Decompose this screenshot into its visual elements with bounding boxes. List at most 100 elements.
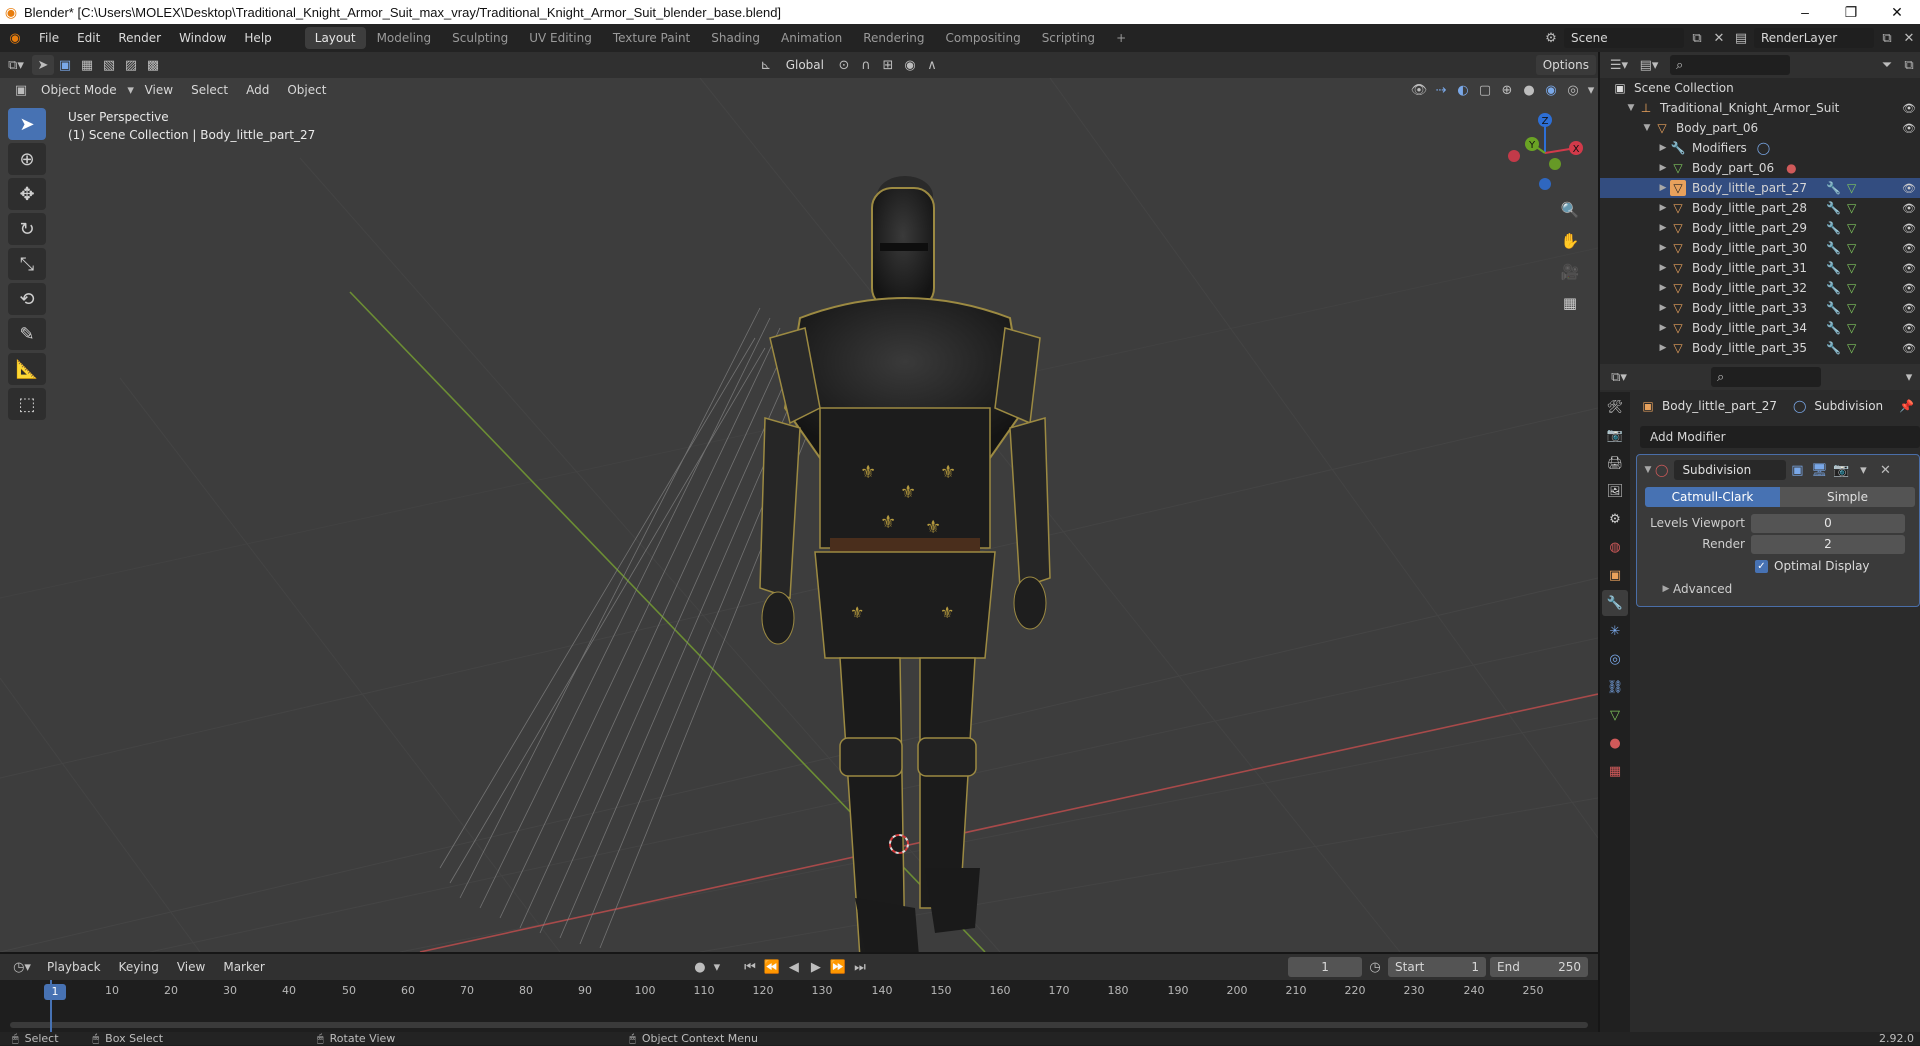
delete-scene-icon[interactable]: ✕ — [1708, 28, 1730, 48]
simple-button[interactable]: Simple — [1780, 487, 1915, 507]
pivot-point-icon[interactable]: ⊙ — [833, 55, 855, 75]
renderlayer-field[interactable]: RenderLayer — [1754, 28, 1874, 48]
cursor-tool-icon[interactable]: ⊕ — [8, 143, 46, 175]
snap-target-icon[interactable]: ⊞ — [877, 55, 899, 75]
outliner-row-parent[interactable]: ▼ ▽ Body_part_06 👁 — [1600, 118, 1920, 138]
playhead-frame-label[interactable]: 1 — [44, 984, 66, 1000]
gizmo-toggle-icon[interactable]: ⇢ — [1430, 80, 1452, 100]
tab-shading[interactable]: Shading — [701, 27, 770, 49]
outliner-row-mesh-data[interactable]: ▶ ▽ Body_part_06 ● — [1600, 158, 1920, 178]
remove-modifier-icon[interactable]: ✕ — [1874, 460, 1896, 480]
next-keyframe-icon[interactable]: ⏩ — [827, 957, 849, 977]
blender-menu-icon[interactable]: ◉ — [0, 28, 30, 48]
visibility-eye-icon[interactable]: 👁 — [1902, 222, 1916, 235]
snap-icon[interactable]: ∩ — [855, 55, 877, 75]
select-invert-icon[interactable]: ▨ — [120, 55, 142, 75]
chevron-down-icon[interactable]: ▾ — [1898, 367, 1920, 387]
expand-triangle-icon[interactable]: ▶ — [1656, 143, 1670, 153]
outliner-editor-type-icon[interactable]: ☰▾ — [1604, 55, 1634, 75]
tab-uv-editing[interactable]: UV Editing — [519, 27, 602, 49]
preview-range-icon[interactable]: ◷ — [1364, 957, 1386, 977]
pin-icon[interactable]: 📌 — [1899, 399, 1914, 413]
tab-rendering[interactable]: Rendering — [853, 27, 934, 49]
tab-animation[interactable]: Animation — [771, 27, 852, 49]
render-tab-icon[interactable]: 📷 — [1602, 422, 1628, 448]
menu-view[interactable]: View — [138, 80, 180, 100]
visibility-eye-icon[interactable]: 👁 — [1902, 122, 1916, 135]
outliner-row-child[interactable]: ▶ ▽ Body_little_part_34 🔧 ▽ 👁 — [1600, 318, 1920, 338]
menu-render[interactable]: Render — [109, 24, 170, 52]
wireframe-shading-icon[interactable]: ⊕ — [1496, 80, 1518, 100]
modifier-tab-icon[interactable]: 🔧 — [1602, 590, 1628, 616]
camera-view-icon[interactable]: 🎥 — [1556, 258, 1584, 286]
select-intersect-icon[interactable]: ▩ — [142, 55, 164, 75]
mode-dropdown[interactable]: Object Mode — [34, 80, 124, 100]
outliner-row-child[interactable]: ▶ ▽ Body_little_part_30 🔧 ▽ 👁 — [1600, 238, 1920, 258]
pan-hand-icon[interactable]: ✋ — [1556, 227, 1584, 255]
outliner-row-modifiers[interactable]: ▶ 🔧 Modifiers ◯ — [1600, 138, 1920, 158]
measure-tool-icon[interactable]: 📐 — [8, 353, 46, 385]
transform-orientation-dropdown[interactable]: Global — [779, 55, 831, 75]
display-mode-icon[interactable]: ▤▾ — [1634, 55, 1664, 75]
menu-edit[interactable]: Edit — [68, 24, 109, 52]
visibility-eye-icon[interactable]: 👁 — [1902, 342, 1916, 355]
menu-file[interactable]: File — [30, 24, 68, 52]
visibility-eye-icon[interactable]: 👁 — [1902, 242, 1916, 255]
scene-tab-icon[interactable]: ⚙ — [1602, 506, 1628, 532]
expand-triangle-icon[interactable]: ▶ — [1656, 283, 1670, 293]
scale-tool-icon[interactable]: ⤡ — [8, 248, 46, 280]
add-cube-tool-icon[interactable]: ⬚ — [8, 388, 46, 420]
axis-gizmo-icon[interactable]: Z X Y — [1500, 108, 1590, 198]
delete-renderlayer-icon[interactable]: ✕ — [1898, 28, 1920, 48]
expand-triangle-icon[interactable]: ▶ — [1656, 163, 1670, 173]
outliner-row-child[interactable]: ▶ ▽ Body_little_part_28 🔧 ▽ 👁 — [1600, 198, 1920, 218]
outliner-row-child[interactable]: ▶ ▽ Body_little_part_27 🔧 ▽ 👁 — [1600, 178, 1920, 198]
filter-icon[interactable]: ⏷ — [1876, 55, 1898, 75]
tab-scripting[interactable]: Scripting — [1032, 27, 1105, 49]
xray-icon[interactable]: ▢ — [1474, 80, 1496, 100]
expand-triangle-icon[interactable]: ▼ — [1624, 103, 1638, 113]
tab-sculpting[interactable]: Sculpting — [442, 27, 518, 49]
particles-tab-icon[interactable]: ✳ — [1602, 618, 1628, 644]
play-reverse-icon[interactable]: ◀ — [783, 957, 805, 977]
prev-keyframe-icon[interactable]: ⏪ — [761, 957, 783, 977]
start-frame-field[interactable]: Start 1 — [1388, 957, 1487, 977]
modifier-menu-icon[interactable]: ▾ — [1852, 460, 1874, 480]
annotate-tool-icon[interactable]: ✎ — [8, 318, 46, 350]
modifier-name-field[interactable]: Subdivision — [1674, 460, 1787, 480]
advanced-section[interactable]: ▶ Advanced — [1641, 577, 1915, 601]
expand-triangle-icon[interactable]: ▶ — [1656, 203, 1670, 213]
expand-triangle-icon[interactable]: ▶ — [1659, 584, 1673, 594]
solid-shading-icon[interactable]: ● — [1518, 80, 1540, 100]
outliner-row-scene-collection[interactable]: ▣ Scene Collection — [1600, 78, 1920, 98]
select-new-icon[interactable]: ▣ — [54, 55, 76, 75]
zoom-icon[interactable]: 🔍 — [1556, 196, 1584, 224]
current-frame-field[interactable]: 1 — [1288, 957, 1363, 977]
close-button[interactable]: ✕ — [1874, 4, 1920, 21]
render-levels-field[interactable]: 2 — [1751, 534, 1905, 554]
3d-viewport[interactable]: ⚜ ⚜ ⚜ ⚜ ⚜ ⚜ ⚜ — [0, 78, 1598, 952]
play-icon[interactable]: ▶ — [805, 957, 827, 977]
optimal-display-row[interactable]: ✓ Optimal Display — [1755, 555, 1915, 577]
playback-menu[interactable]: Playback — [40, 957, 108, 977]
add-workspace-button[interactable]: + — [1106, 27, 1136, 49]
outliner-row-child[interactable]: ▶ ▽ Body_little_part_29 🔧 ▽ 👁 — [1600, 218, 1920, 238]
object-tab-icon[interactable]: ▣ — [1602, 562, 1628, 588]
menu-select[interactable]: Select — [184, 80, 235, 100]
select-box-tool-icon[interactable]: ➤ — [8, 108, 46, 140]
tab-layout[interactable]: Layout — [304, 27, 366, 49]
minimize-button[interactable]: – — [1782, 4, 1828, 20]
material-shading-icon[interactable]: ◉ — [1540, 80, 1562, 100]
world-tab-icon[interactable]: ◍ — [1602, 534, 1628, 560]
expand-triangle-icon[interactable]: ▶ — [1656, 243, 1670, 253]
outliner-row-child[interactable]: ▶ ▽ Body_little_part_32 🔧 ▽ 👁 — [1600, 278, 1920, 298]
tab-modeling[interactable]: Modeling — [367, 27, 442, 49]
move-tool-icon[interactable]: ✥ — [8, 178, 46, 210]
auto-keying-icon[interactable]: ● — [689, 957, 711, 977]
properties-editor-type-icon[interactable]: ⧉▾ — [1604, 367, 1634, 387]
ortho-grid-icon[interactable]: ▦ — [1556, 289, 1584, 317]
keying-menu[interactable]: Keying — [112, 957, 166, 977]
material-tab-icon[interactable]: ● — [1602, 730, 1628, 756]
catmull-clark-button[interactable]: Catmull-Clark — [1645, 487, 1780, 507]
outliner-row-child[interactable]: ▶ ▽ Body_little_part_31 🔧 ▽ 👁 — [1600, 258, 1920, 278]
